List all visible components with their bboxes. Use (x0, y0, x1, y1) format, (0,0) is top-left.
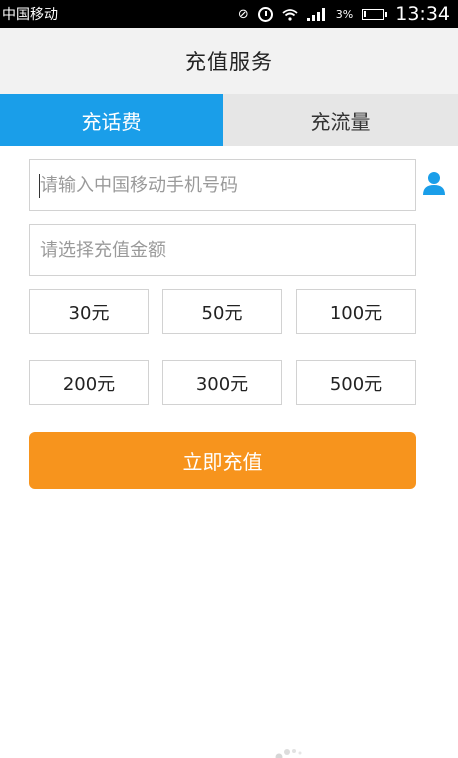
amount-field (29, 224, 416, 276)
tab-bar: 充话费 充流量 (0, 94, 458, 146)
amount-option-300[interactable]: 300元 (162, 360, 282, 405)
amount-option-500[interactable]: 500元 (296, 360, 416, 405)
phone-number-input[interactable] (30, 160, 415, 210)
alarm-icon (257, 6, 273, 22)
status-icons: ⊘ 3% 13:34 (238, 0, 450, 28)
battery-icon (362, 8, 388, 20)
mute-icon: ⊘ (237, 6, 249, 22)
tab-label: 充流量 (310, 109, 371, 134)
clock-time: 13:34 (395, 3, 450, 25)
wifi-icon (282, 8, 298, 21)
status-bar: 中国移动 ⊘ 3% 13:34 (0, 0, 458, 28)
title-bar: 充值服务 (0, 28, 458, 94)
person-icon[interactable] (422, 170, 446, 196)
phone-number-field (29, 159, 416, 211)
amount-option-100[interactable]: 100元 (296, 289, 416, 334)
carrier-name: 中国移动 (2, 7, 58, 23)
tab-phone-recharge[interactable]: 充话费 (0, 94, 223, 146)
recharge-now-button[interactable]: 立即充值 (29, 432, 416, 489)
amount-option-200[interactable]: 200元 (29, 360, 149, 405)
page-title: 充值服务 (185, 50, 273, 74)
signal-icon (306, 7, 327, 21)
text-cursor (39, 174, 40, 198)
tab-data-recharge[interactable]: 充流量 (223, 94, 458, 146)
recharge-now-label: 立即充值 (182, 450, 263, 474)
amount-option-50[interactable]: 50元 (162, 289, 282, 334)
tab-label: 充话费 (81, 109, 142, 134)
amount-option-30[interactable]: 30元 (29, 289, 149, 334)
battery-percent: 3% (335, 7, 354, 21)
loading-dots-icon (274, 745, 304, 758)
amount-input[interactable] (30, 225, 415, 275)
